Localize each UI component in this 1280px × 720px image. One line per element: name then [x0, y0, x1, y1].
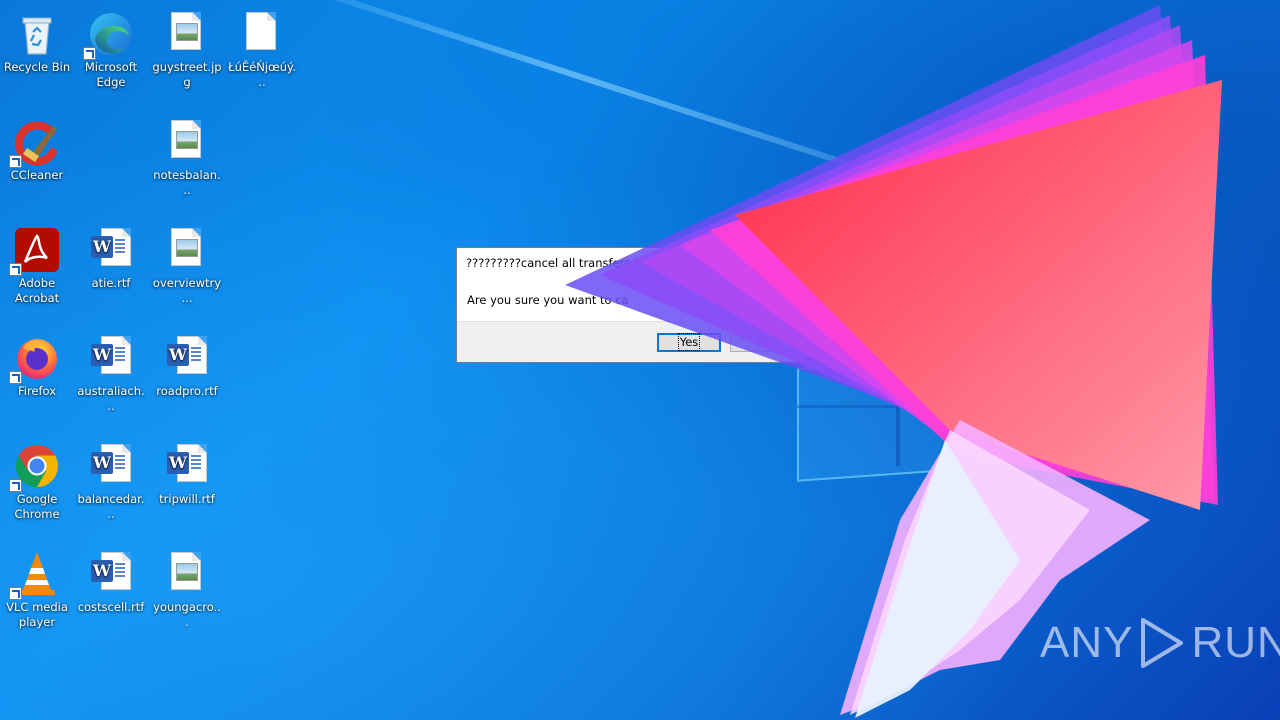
play-icon — [1141, 618, 1184, 668]
wallpaper-fan-graphic — [565, 5, 1222, 718]
desktop: Recycle Bin Microsoft Edge guystreet.jpg… — [0, 0, 1280, 720]
anyrun-watermark: ANY RUN — [1040, 616, 1280, 670]
watermark-left-text: ANY — [1040, 618, 1134, 667]
watermark-right-text: RUN — [1191, 618, 1280, 667]
